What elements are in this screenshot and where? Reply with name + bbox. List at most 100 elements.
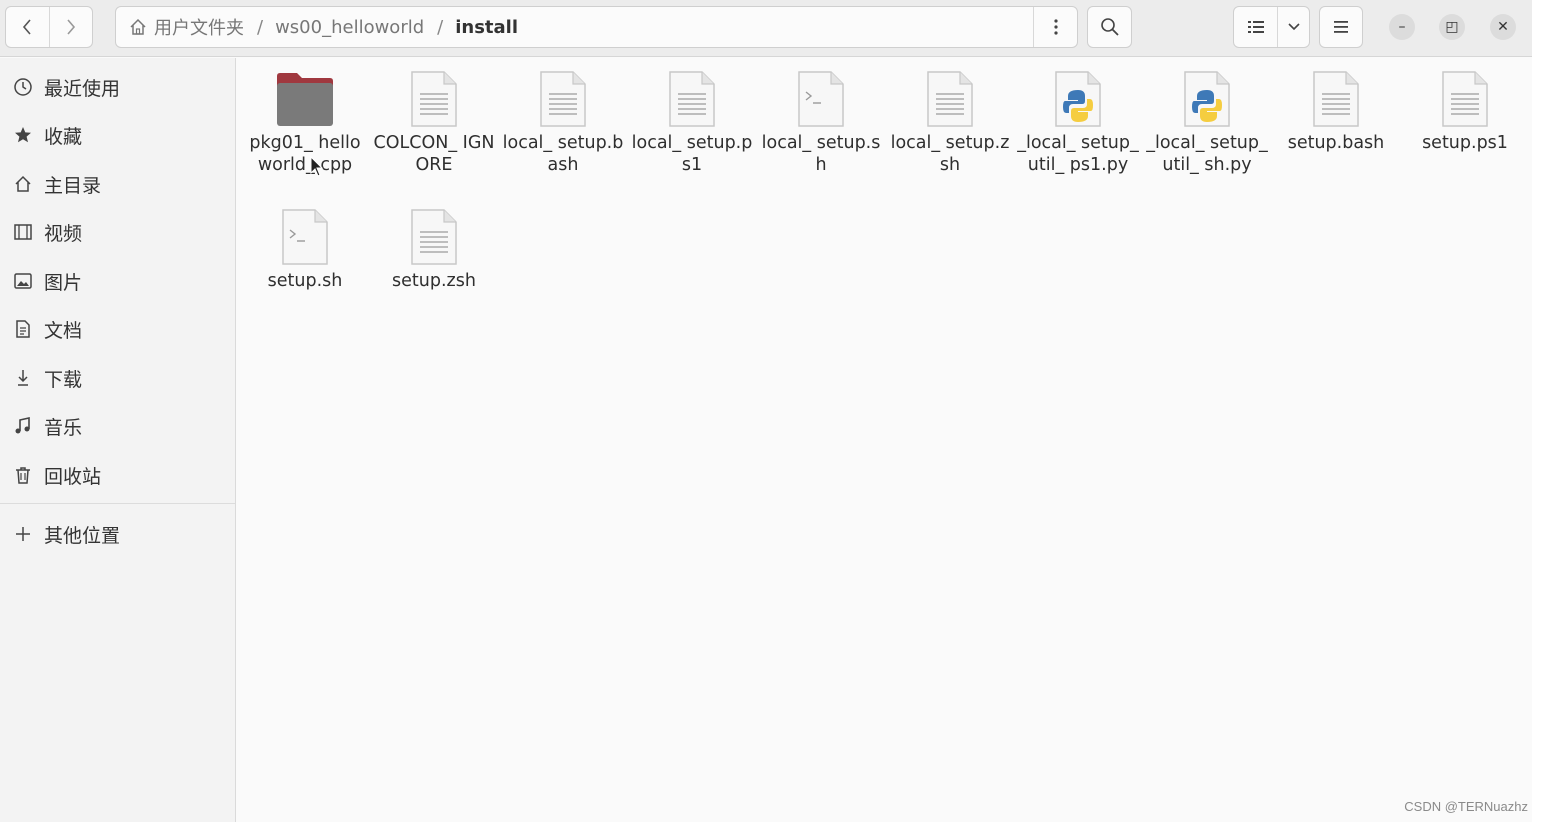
chevron-down-icon bbox=[1287, 23, 1300, 31]
sidebar-item-label: 下载 bbox=[44, 368, 83, 391]
breadcrumb-label: install bbox=[455, 16, 519, 38]
home-icon bbox=[12, 174, 34, 194]
text-file-icon bbox=[533, 68, 593, 130]
chevron-right-icon bbox=[67, 19, 75, 35]
film-icon bbox=[12, 222, 34, 242]
file-name: setup.zsh bbox=[392, 271, 476, 291]
view-options-dropdown[interactable] bbox=[1278, 7, 1309, 47]
breadcrumb-separator: / bbox=[257, 16, 264, 38]
breadcrumb-label: 用户文件夹 bbox=[154, 18, 244, 39]
sidebar-item-label: 主目录 bbox=[44, 174, 102, 197]
window-edge bbox=[1532, 0, 1544, 822]
file-item-folder[interactable]: pkg01_ helloworld_ cpp bbox=[244, 68, 366, 176]
script-file-icon bbox=[791, 68, 851, 130]
file-item[interactable]: COLCON_ IGNORE bbox=[373, 68, 495, 176]
hamburger-icon bbox=[1334, 21, 1348, 33]
sidebar-item-music[interactable]: 音乐 bbox=[0, 404, 235, 448]
list-view-button[interactable] bbox=[1234, 7, 1278, 47]
text-file-icon bbox=[662, 68, 722, 130]
breadcrumb-label: ws00_helloworld bbox=[275, 16, 425, 38]
watermark-text: CSDN @TERNuazhz bbox=[1404, 799, 1528, 814]
text-file-icon bbox=[404, 206, 464, 268]
music-icon bbox=[12, 416, 34, 436]
breadcrumb-current[interactable]: install bbox=[443, 17, 518, 38]
plus-icon bbox=[12, 525, 34, 543]
breadcrumb-workspace[interactable]: ws00_helloworld bbox=[263, 17, 424, 38]
sidebar-item-downloads[interactable]: 下载 bbox=[0, 356, 235, 400]
breadcrumb-home[interactable]: 用户文件夹 bbox=[116, 14, 244, 40]
file-name: local_ setup.zsh bbox=[890, 133, 1010, 175]
folder-icon bbox=[275, 68, 335, 130]
python-file-icon bbox=[1177, 68, 1237, 130]
sidebar-item-recent[interactable]: 最近使用 bbox=[0, 65, 235, 109]
file-item[interactable]: local_ setup.zsh bbox=[889, 68, 1011, 176]
image-icon bbox=[12, 271, 34, 291]
sidebar-divider bbox=[0, 503, 235, 504]
search-button[interactable] bbox=[1087, 6, 1132, 48]
close-button[interactable]: ✕ bbox=[1490, 14, 1516, 40]
document-icon bbox=[12, 319, 34, 339]
download-icon bbox=[12, 368, 34, 388]
sidebar-item-pictures[interactable]: 图片 bbox=[0, 259, 235, 303]
list-view-icon bbox=[1247, 21, 1264, 33]
star-icon bbox=[12, 125, 34, 145]
file-item[interactable]: local_ setup.bash bbox=[502, 68, 624, 176]
text-file-icon bbox=[404, 68, 464, 130]
main-menu-button[interactable] bbox=[1319, 6, 1363, 48]
vertical-dots-icon bbox=[1053, 19, 1058, 35]
script-file-icon bbox=[275, 206, 335, 268]
file-item[interactable]: local_ setup.ps1 bbox=[631, 68, 753, 176]
text-file-icon bbox=[920, 68, 980, 130]
nav-buttons bbox=[5, 6, 93, 48]
sidebar-item-home[interactable]: 主目录 bbox=[0, 162, 235, 206]
text-file-icon bbox=[1306, 68, 1366, 130]
sidebar-item-other-locations[interactable]: 其他位置 bbox=[0, 512, 235, 556]
file-name: setup.ps1 bbox=[1422, 133, 1508, 153]
file-item[interactable]: local_ setup.sh bbox=[760, 68, 882, 176]
sidebar-item-label: 回收站 bbox=[44, 465, 102, 488]
sidebar-item-label: 最近使用 bbox=[44, 77, 121, 100]
forward-button[interactable] bbox=[48, 7, 93, 47]
file-item[interactable]: _local_ setup_util_ sh.py bbox=[1146, 68, 1268, 176]
path-bar: 用户文件夹 / ws00_helloworld / install bbox=[115, 6, 1078, 48]
trash-icon bbox=[12, 465, 34, 485]
maximize-button[interactable]: ◰ bbox=[1439, 14, 1465, 40]
sidebar-item-label: 其他位置 bbox=[44, 524, 121, 547]
sidebar-item-starred[interactable]: 收藏 bbox=[0, 113, 235, 157]
sidebar-item-label: 收藏 bbox=[44, 125, 83, 148]
sidebar: 最近使用 收藏 主目录 视频 图片 文档 下载 音乐 回收站 其他位置 bbox=[0, 58, 236, 822]
path-menu-button[interactable] bbox=[1033, 7, 1077, 47]
sidebar-item-trash[interactable]: 回收站 bbox=[0, 453, 235, 497]
file-name: pkg01_ helloworld_ cpp bbox=[249, 133, 361, 175]
sidebar-item-documents[interactable]: 文档 bbox=[0, 307, 235, 351]
file-name: COLCON_ IGNORE bbox=[373, 133, 495, 175]
python-file-icon bbox=[1048, 68, 1108, 130]
file-item[interactable]: setup.ps1 bbox=[1404, 68, 1526, 154]
file-name: local_ setup.sh bbox=[761, 133, 881, 175]
text-file-icon bbox=[1435, 68, 1495, 130]
header-bar: 用户文件夹 / ws00_helloworld / install – ◰ ✕ bbox=[0, 0, 1532, 57]
file-item[interactable]: _local_ setup_util_ ps1.py bbox=[1017, 68, 1139, 176]
search-icon bbox=[1100, 18, 1119, 36]
minimize-button[interactable]: – bbox=[1389, 14, 1415, 40]
file-name: _local_ setup_util_ ps1.py bbox=[1017, 133, 1139, 175]
sidebar-item-videos[interactable]: 视频 bbox=[0, 210, 235, 254]
chevron-left-icon bbox=[23, 19, 31, 35]
file-name: local_ setup.ps1 bbox=[631, 133, 753, 175]
file-item[interactable]: setup.bash bbox=[1275, 68, 1397, 154]
file-item[interactable]: setup.sh bbox=[244, 206, 366, 292]
file-name: local_ setup.bash bbox=[502, 133, 624, 175]
back-button[interactable] bbox=[6, 7, 49, 47]
file-name: _local_ setup_util_ sh.py bbox=[1146, 133, 1268, 175]
file-grid: pkg01_ helloworld_ cpp COLCON_ IGNORE lo… bbox=[237, 58, 1532, 822]
sidebar-item-label: 图片 bbox=[44, 271, 83, 294]
file-name: setup.bash bbox=[1287, 133, 1385, 153]
sidebar-item-label: 文档 bbox=[44, 319, 83, 342]
file-item[interactable]: setup.zsh bbox=[373, 206, 495, 292]
sidebar-item-label: 视频 bbox=[44, 222, 83, 245]
sidebar-item-label: 音乐 bbox=[44, 416, 83, 439]
file-name: setup.sh bbox=[267, 271, 343, 291]
view-toggle-group bbox=[1233, 6, 1310, 48]
mouse-cursor-icon bbox=[310, 156, 324, 177]
clock-icon bbox=[12, 77, 34, 97]
